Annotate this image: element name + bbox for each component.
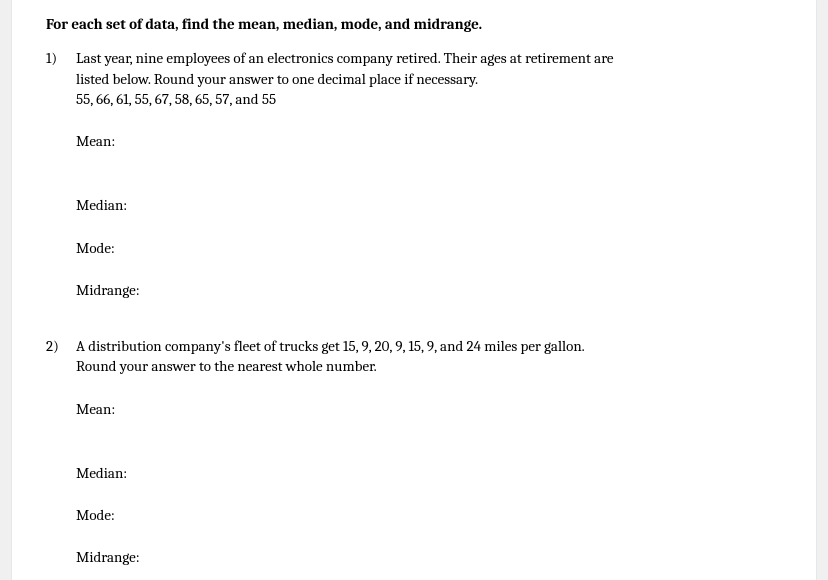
mode-label: Mode: <box>76 505 782 525</box>
problem-text: A distribution company's fleet of trucks… <box>76 336 782 377</box>
problem-1: 1) Last year, nine employees of an elect… <box>46 48 782 322</box>
median-label: Median: <box>76 463 782 483</box>
worksheet-page: For each set of data, find the mean, med… <box>12 0 816 580</box>
mean-label: Mean: <box>76 131 782 151</box>
problem-text-line: listed below. Round your answer to one d… <box>76 69 782 89</box>
midrange-label: Midrange: <box>76 280 782 300</box>
problem-text-line: Last year, nine employees of an electron… <box>76 48 782 68</box>
instructions-heading: For each set of data, find the mean, med… <box>46 14 782 34</box>
problem-data-line: 55, 66, 61, 55, 67, 58, 65, 57, and 55 <box>76 89 782 109</box>
problem-text-line: A distribution company's fleet of trucks… <box>76 336 782 356</box>
midrange-label: Midrange: <box>76 547 782 567</box>
problem-body: A distribution company's fleet of trucks… <box>76 336 782 568</box>
median-label: Median: <box>76 195 782 215</box>
problem-number: 2) <box>46 336 76 568</box>
problem-text: Last year, nine employees of an electron… <box>76 48 782 109</box>
problem-body: Last year, nine employees of an electron… <box>76 48 782 322</box>
problem-text-line: Round your answer to the nearest whole n… <box>76 356 782 376</box>
problem-2: 2) A distribution company's fleet of tru… <box>46 336 782 568</box>
mode-label: Mode: <box>76 238 782 258</box>
problem-number: 1) <box>46 48 76 322</box>
mean-label: Mean: <box>76 399 782 419</box>
